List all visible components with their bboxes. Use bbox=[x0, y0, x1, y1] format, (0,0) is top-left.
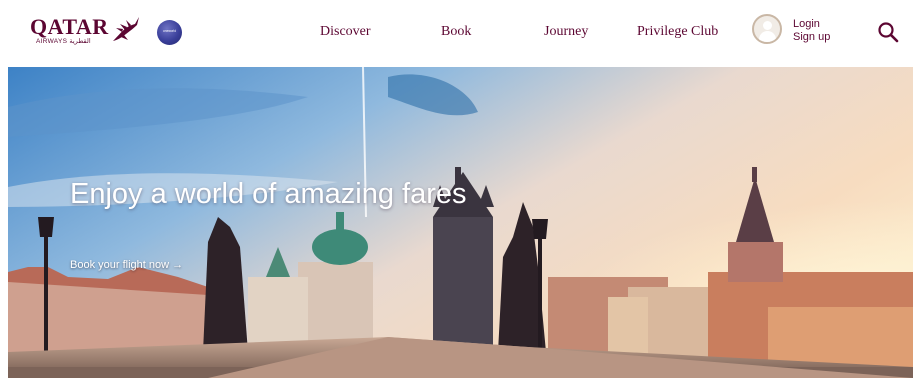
oneworld-label: oneworld bbox=[163, 29, 176, 33]
hero-cta-link[interactable]: Book your flight now → bbox=[70, 259, 183, 271]
qatar-airways-logo[interactable]: QATAR AIRWAYS القطرية bbox=[30, 14, 142, 50]
hero-banner[interactable]: Enjoy a world of amazing fares Book your… bbox=[8, 67, 913, 378]
avatar-head bbox=[763, 21, 772, 30]
nav-book[interactable]: Book bbox=[441, 24, 471, 40]
site-header: QATAR AIRWAYS القطرية oneworld Discover … bbox=[0, 0, 913, 66]
oneworld-badge: oneworld bbox=[157, 20, 182, 45]
user-avatar-icon[interactable] bbox=[752, 14, 782, 44]
oryx-icon bbox=[113, 17, 139, 41]
nav-privilege-club[interactable]: Privilege Club bbox=[637, 24, 718, 40]
prague-skyline-image bbox=[8, 67, 913, 378]
logo-subtitle: AIRWAYS القطرية bbox=[36, 38, 91, 45]
hero-title: Enjoy a world of amazing fares bbox=[70, 178, 467, 210]
nav-journey[interactable]: Journey bbox=[544, 24, 588, 40]
search-icon[interactable] bbox=[876, 20, 900, 44]
signup-link[interactable]: Sign up bbox=[793, 31, 830, 43]
login-link[interactable]: Login bbox=[793, 18, 820, 30]
nav-discover[interactable]: Discover bbox=[320, 24, 371, 40]
avatar-body bbox=[759, 31, 776, 42]
